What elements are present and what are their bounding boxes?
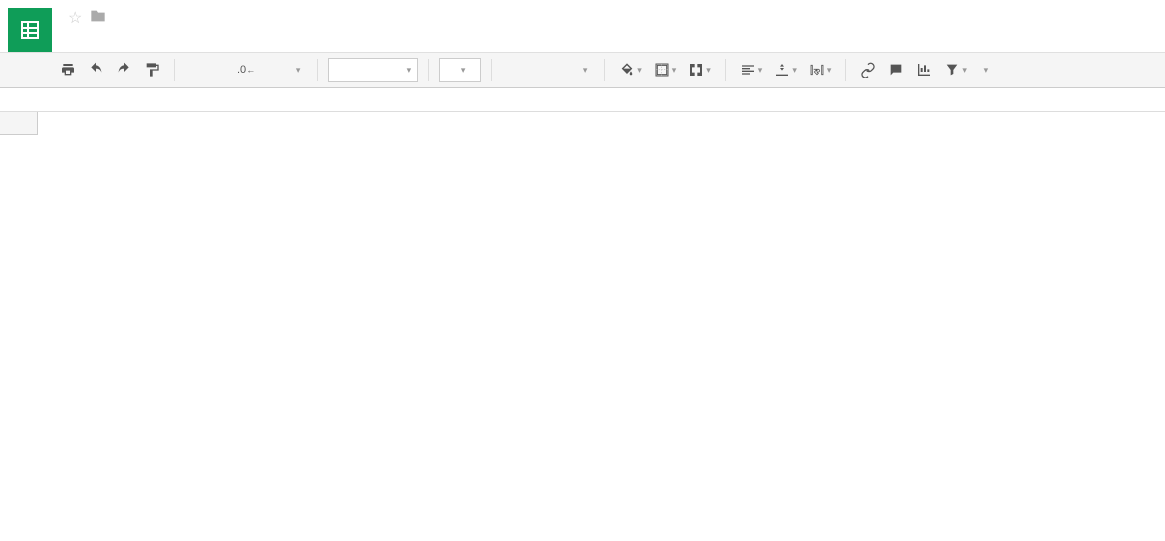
link-icon[interactable] (856, 58, 880, 82)
halign-button[interactable]: ▾ (736, 58, 767, 82)
wrap-button[interactable]: ▾ (805, 58, 836, 82)
spreadsheet-grid (0, 112, 1165, 521)
borders-button[interactable]: ▾ (650, 58, 681, 82)
filter-icon[interactable]: ▾ (940, 58, 971, 82)
strike-button[interactable] (550, 58, 570, 82)
comment-icon[interactable] (884, 58, 908, 82)
fill-color-button[interactable]: ▾ (615, 58, 646, 82)
paint-format-icon[interactable] (140, 58, 164, 82)
folder-icon[interactable] (90, 9, 106, 28)
formula-bar (0, 88, 1165, 112)
chart-icon[interactable] (912, 58, 936, 82)
font-select[interactable]: ▾ (328, 58, 418, 82)
decrease-decimal-button[interactable]: .0← (233, 58, 259, 82)
functions-button[interactable]: ▾ (975, 58, 995, 82)
merge-button[interactable]: ▾ (684, 58, 715, 82)
currency-button[interactable] (185, 58, 205, 82)
percent-button[interactable] (209, 58, 229, 82)
toolbar: .0← ▾ ▾ ▾ ▾ ▾ ▾ ▾ ▾ ▾ ▾ ▾ ▾ (0, 52, 1165, 88)
sheets-logo[interactable] (8, 8, 52, 52)
bold-button[interactable] (502, 58, 522, 82)
text-color-button[interactable]: ▾ (574, 58, 594, 82)
star-icon[interactable]: ☆ (68, 8, 82, 28)
number-format-button[interactable]: ▾ (287, 58, 307, 82)
menubar (60, 28, 1165, 38)
increase-decimal-button[interactable] (263, 58, 283, 82)
fontsize-select[interactable]: ▾ (439, 58, 481, 82)
select-all-corner[interactable] (0, 112, 38, 135)
formula-input[interactable] (38, 88, 1165, 111)
valign-button[interactable]: ▾ (770, 58, 801, 82)
app-header: ☆ (0, 0, 1165, 52)
undo-icon[interactable] (84, 58, 108, 82)
print-icon[interactable] (56, 58, 80, 82)
italic-button[interactable] (526, 58, 546, 82)
redo-icon[interactable] (112, 58, 136, 82)
